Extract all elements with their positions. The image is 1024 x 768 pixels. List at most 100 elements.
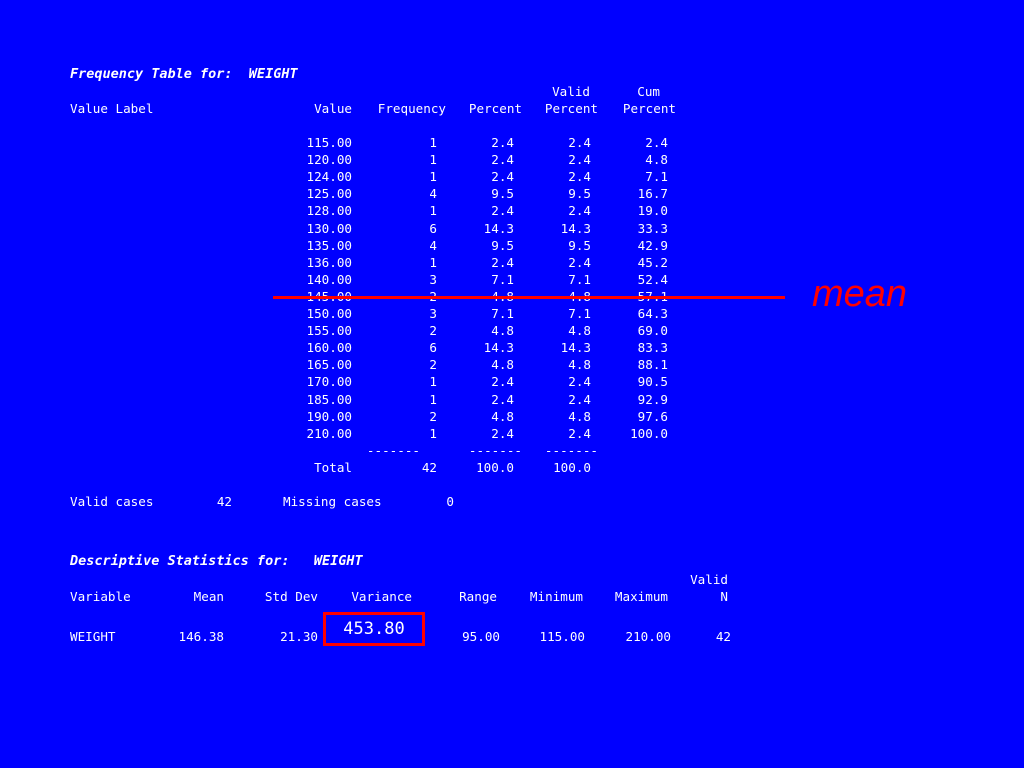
table-cell-percent: 2.4 bbox=[491, 391, 514, 407]
table-cell-value: 135.00 bbox=[306, 237, 353, 253]
table-cell-cum-percent: 2.4 bbox=[645, 135, 668, 150]
table-cell-cum-percent: 42.9 bbox=[637, 237, 668, 253]
frequency-table-title: Frequency Table for: WEIGHT bbox=[70, 66, 298, 82]
header-frequency: Frequency bbox=[377, 101, 446, 116]
table-cell-frequency: 4 bbox=[429, 186, 437, 202]
separator-valid-percent: ------- bbox=[544, 443, 598, 458]
table-cell-valid-percent: 2.4 bbox=[568, 254, 591, 270]
missing-cases-label: Missing cases bbox=[283, 494, 382, 509]
table-cell-cum-percent: 64.3 bbox=[637, 306, 668, 321]
table-cell-valid-percent: 7.1 bbox=[568, 271, 591, 287]
table-cell-percent: 2.4 bbox=[491, 135, 514, 150]
table-cell-valid-percent: 2.4 bbox=[568, 425, 591, 441]
table-cell-value: 140.00 bbox=[306, 271, 353, 287]
separator-percent: ------- bbox=[468, 443, 522, 458]
table-cell-frequency: 2 bbox=[429, 357, 437, 373]
desc-row-minimum: 115.00 bbox=[539, 629, 586, 644]
header-cum-percent: Percent bbox=[622, 101, 676, 116]
table-cell-cum-percent: 52.4 bbox=[637, 271, 668, 287]
table-cell-frequency: 2 bbox=[429, 323, 437, 339]
table-cell-value: 160.00 bbox=[306, 340, 353, 356]
valid-cases-value: 42 bbox=[216, 494, 232, 509]
table-cell-frequency: 1 bbox=[429, 169, 437, 185]
table-cell-valid-percent: 2.4 bbox=[568, 152, 591, 168]
table-cell-valid-percent: 2.4 bbox=[568, 135, 591, 150]
table-cell-cum-percent: 7.1 bbox=[645, 169, 668, 185]
table-cell-cum-percent: 88.1 bbox=[637, 357, 668, 373]
desc-header-mean: Mean bbox=[193, 589, 224, 604]
table-cell-percent: 2.4 bbox=[491, 169, 514, 185]
separator-frequency: ------- bbox=[366, 443, 420, 458]
table-cell-valid-percent: 4.8 bbox=[568, 357, 591, 373]
table-cell-value: 115.00 bbox=[306, 135, 353, 150]
table-cell-frequency: 6 bbox=[429, 220, 437, 236]
desc-header-variable: Variable bbox=[70, 589, 131, 604]
table-cell-frequency: 1 bbox=[429, 203, 437, 219]
desc-row-maximum: 210.00 bbox=[625, 629, 672, 644]
desc-row-range: 95.00 bbox=[462, 629, 500, 644]
desc-row-variable: WEIGHT bbox=[70, 629, 116, 644]
table-cell-percent: 14.3 bbox=[483, 220, 514, 236]
missing-cases-value: 0 bbox=[446, 494, 454, 509]
table-cell-value: 124.00 bbox=[306, 169, 353, 185]
table-cell-value: 125.00 bbox=[306, 186, 353, 202]
desc-row-variance: 453.80 bbox=[343, 619, 405, 639]
header-cum-top: Cum bbox=[637, 84, 660, 99]
table-cell-cum-percent: 4.8 bbox=[645, 152, 668, 168]
table-cell-value: 130.00 bbox=[306, 220, 353, 236]
table-cell-frequency: 4 bbox=[429, 237, 437, 253]
desc-row-valid-n: 42 bbox=[715, 629, 731, 644]
table-cell-cum-percent: 92.9 bbox=[637, 391, 668, 407]
table-cell-cum-percent: 69.0 bbox=[637, 323, 668, 339]
table-cell-valid-percent: 4.8 bbox=[568, 323, 591, 339]
table-cell-frequency: 3 bbox=[429, 306, 437, 321]
desc-header-variance: Variance bbox=[351, 589, 412, 604]
mean-annotation-label: mean bbox=[812, 273, 908, 315]
table-cell-cum-percent: 45.2 bbox=[637, 254, 668, 270]
table-cell-cum-percent: 97.6 bbox=[637, 408, 668, 424]
table-cell-valid-percent: 9.5 bbox=[568, 237, 591, 253]
table-cell-valid-percent: 2.4 bbox=[568, 391, 591, 407]
desc-header-range: Range bbox=[459, 589, 497, 604]
desc-header-valid-top: Valid bbox=[690, 572, 728, 587]
table-cell-value: 210.00 bbox=[306, 425, 353, 441]
table-cell-frequency: 1 bbox=[429, 391, 437, 407]
table-cell-percent: 4.8 bbox=[491, 408, 514, 424]
table-cell-percent: 9.5 bbox=[491, 237, 514, 253]
desc-header-std-dev: Std Dev bbox=[264, 589, 318, 604]
table-cell-percent: 14.3 bbox=[483, 340, 514, 356]
table-cell-valid-percent: 14.3 bbox=[560, 340, 591, 356]
table-cell-frequency: 3 bbox=[429, 271, 437, 287]
total-frequency: 42 bbox=[421, 460, 437, 475]
desc-row-mean: 146.38 bbox=[178, 629, 225, 644]
table-cell-percent: 2.4 bbox=[491, 425, 514, 441]
table-cell-value: 128.00 bbox=[306, 203, 353, 219]
table-cell-cum-percent: 83.3 bbox=[637, 340, 668, 356]
total-label: Total bbox=[314, 460, 352, 475]
table-cell-value: 155.00 bbox=[306, 323, 353, 339]
table-cell-percent: 7.1 bbox=[491, 271, 514, 287]
table-cell-value: 170.00 bbox=[306, 374, 353, 390]
table-cell-frequency: 1 bbox=[429, 254, 437, 270]
table-cell-percent: 2.4 bbox=[491, 374, 514, 390]
desc-header-maximum: Maximum bbox=[614, 589, 668, 604]
table-cell-value: 185.00 bbox=[306, 391, 353, 407]
total-percent: 100.0 bbox=[476, 460, 514, 475]
table-cell-percent: 2.4 bbox=[491, 152, 514, 168]
table-cell-percent: 7.1 bbox=[491, 306, 514, 321]
table-cell-cum-percent: 100.0 bbox=[630, 425, 668, 441]
table-cell-frequency: 1 bbox=[429, 135, 437, 150]
table-cell-percent: 4.8 bbox=[491, 323, 514, 339]
header-percent: Percent bbox=[468, 101, 522, 116]
table-cell-value: 165.00 bbox=[306, 357, 353, 373]
table-cell-valid-percent: 2.4 bbox=[568, 169, 591, 185]
header-value-label: Value Label bbox=[70, 101, 154, 116]
table-cell-value: 120.00 bbox=[306, 152, 353, 168]
table-cell-valid-percent: 9.5 bbox=[568, 186, 591, 202]
table-cell-percent: 9.5 bbox=[491, 186, 514, 202]
header-value: Value bbox=[314, 101, 352, 116]
table-cell-frequency: 1 bbox=[429, 374, 437, 390]
table-cell-percent: 4.8 bbox=[491, 357, 514, 373]
table-cell-frequency: 2 bbox=[429, 408, 437, 424]
mean-annotation-line bbox=[273, 296, 785, 299]
